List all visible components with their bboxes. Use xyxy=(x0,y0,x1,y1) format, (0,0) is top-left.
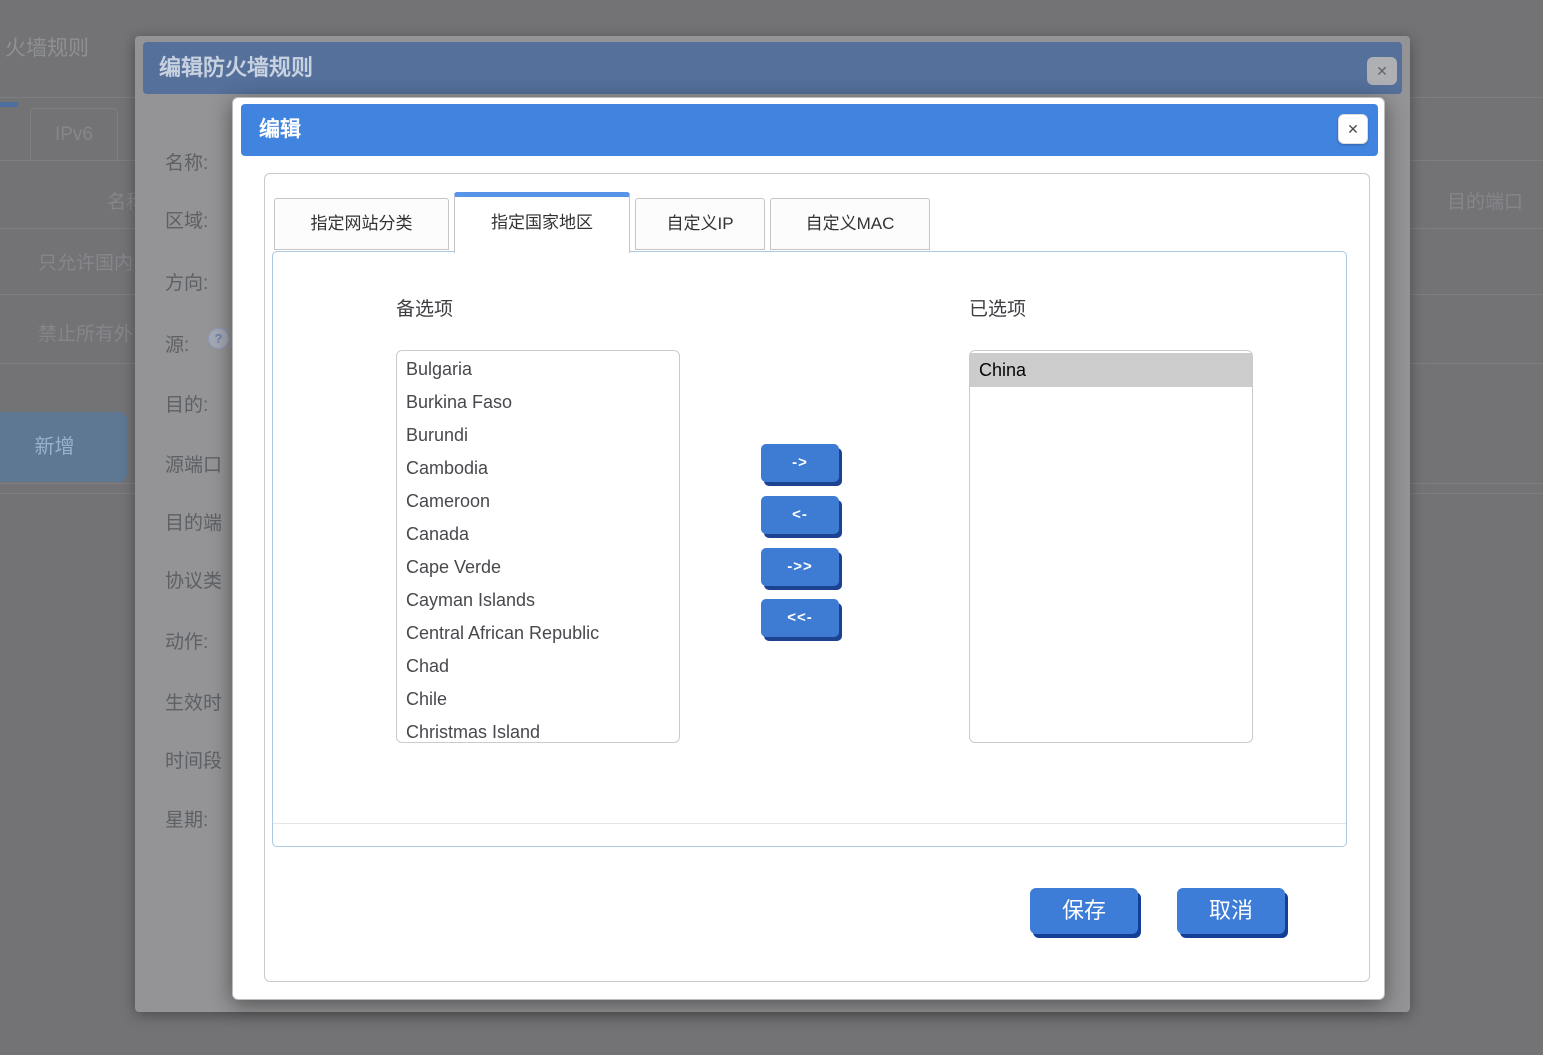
list-item[interactable]: Burundi xyxy=(397,419,679,452)
field-label-source: 源: xyxy=(165,330,189,357)
list-item[interactable]: Cape Verde xyxy=(397,551,679,584)
available-listbox[interactable]: Bulgaria Burkina Faso Burundi Cambodia C… xyxy=(396,350,680,743)
list-item[interactable]: Cayman Islands xyxy=(397,584,679,617)
move-right-button[interactable]: -> xyxy=(761,444,839,482)
list-item[interactable]: Central African Republic xyxy=(397,617,679,650)
tab-ipv6[interactable]: IPv6 xyxy=(30,108,118,161)
divider xyxy=(273,823,1346,824)
tab-content-country-region: 备选项 已选项 Bulgaria Burkina Faso Burundi Ca… xyxy=(272,251,1347,847)
list-item[interactable]: Cameroon xyxy=(397,485,679,518)
field-label-action: 动作: xyxy=(165,627,208,654)
field-label-direction: 方向: xyxy=(165,268,208,295)
edit-dialog: 编辑 ✕ 指定网站分类 指定国家地区 自定义IP 自定义MAC 备选项 已选项 … xyxy=(232,97,1385,1000)
field-label-dest-port: 目的端 xyxy=(165,508,222,535)
field-label-destination: 目的: xyxy=(165,390,208,417)
dialog-header: 编辑 xyxy=(241,104,1378,156)
tab-website-category[interactable]: 指定网站分类 xyxy=(274,198,449,250)
dialog-panel: 指定网站分类 指定国家地区 自定义IP 自定义MAC 备选项 已选项 Bulga… xyxy=(264,173,1370,982)
selected-listbox[interactable]: China xyxy=(969,350,1253,743)
field-label-effective-time: 生效时 xyxy=(165,688,222,715)
list-item[interactable]: Chad xyxy=(397,650,679,683)
available-list-label: 备选项 xyxy=(396,294,453,321)
tab-custom-mac[interactable]: 自定义MAC xyxy=(770,198,930,250)
list-item[interactable]: Bulgaria xyxy=(397,353,679,386)
tab-custom-ip[interactable]: 自定义IP xyxy=(635,198,765,250)
cancel-button[interactable]: 取消 xyxy=(1177,888,1285,934)
modal-title: 编辑防火墙规则 xyxy=(159,42,313,94)
list-item[interactable]: Cambodia xyxy=(397,452,679,485)
page-title: 火墙规则 xyxy=(5,32,89,62)
list-item[interactable]: Chile xyxy=(397,683,679,716)
active-tab-indicator xyxy=(0,102,18,107)
selected-list-label: 已选项 xyxy=(969,294,1026,321)
field-label-time-period: 时间段 xyxy=(165,746,222,773)
list-item[interactable]: Canada xyxy=(397,518,679,551)
move-all-left-button[interactable]: <<- xyxy=(761,599,839,637)
table-row[interactable]: 只允许国内 xyxy=(38,248,133,275)
list-item[interactable]: Christmas Island xyxy=(397,716,679,743)
close-icon[interactable]: ✕ xyxy=(1367,57,1397,85)
modal-header: 编辑防火墙规则 xyxy=(143,42,1402,94)
close-icon[interactable]: ✕ xyxy=(1338,114,1368,144)
dialog-title: 编辑 xyxy=(259,104,301,156)
list-item[interactable]: Burkina Faso xyxy=(397,386,679,419)
tab-country-region[interactable]: 指定国家地区 xyxy=(454,192,630,253)
field-label-week: 星期: xyxy=(165,805,208,832)
move-all-right-button[interactable]: ->> xyxy=(761,548,839,586)
move-left-button[interactable]: <- xyxy=(761,496,839,534)
save-button[interactable]: 保存 xyxy=(1030,888,1138,934)
column-header-dest-port: 目的端口 xyxy=(1447,187,1523,214)
add-rule-button[interactable]: 新增 xyxy=(0,412,127,482)
list-item-selected[interactable]: China xyxy=(970,353,1252,387)
help-icon: ? xyxy=(208,328,229,349)
field-label-protocol: 协议类 xyxy=(165,566,222,593)
field-label-source-port: 源端口 xyxy=(165,450,222,477)
field-label-zone: 区域: xyxy=(165,206,208,233)
field-label-name: 名称: xyxy=(165,148,208,175)
table-row[interactable]: 禁止所有外 xyxy=(38,319,133,346)
screen: 火墙规则 IPv6 名称 目的端口 只允许国内 禁止所有外 新增 编辑防火墙规则… xyxy=(0,0,1543,1055)
